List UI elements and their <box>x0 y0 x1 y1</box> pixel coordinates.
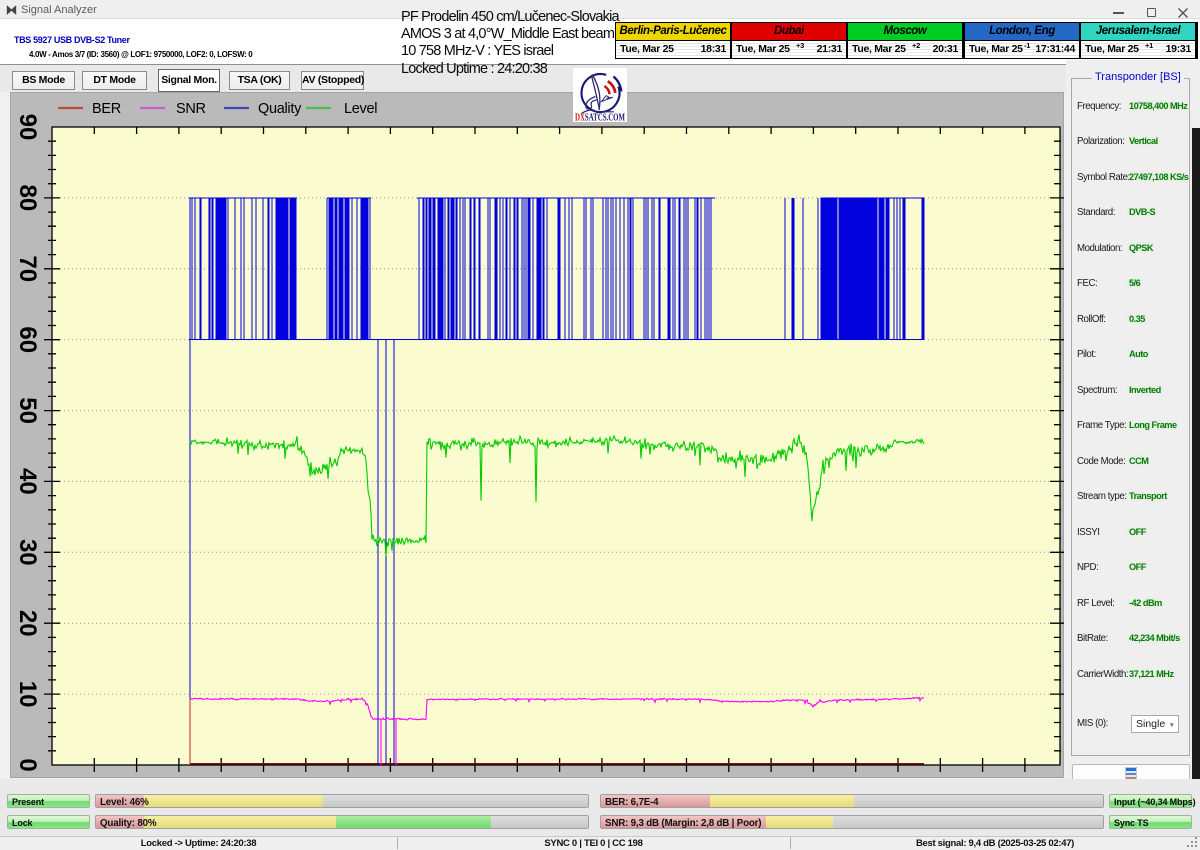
svg-text:DXSATCS.COM: DXSATCS.COM <box>575 113 625 123</box>
svg-text:80: 80 <box>14 185 41 212</box>
svg-text:60: 60 <box>14 326 41 353</box>
svg-text:40: 40 <box>14 468 41 495</box>
svg-text:BER: BER <box>92 101 121 117</box>
svg-text:10: 10 <box>14 681 41 708</box>
svg-text:SNR: SNR <box>176 101 206 117</box>
svg-text:50: 50 <box>14 397 41 424</box>
svg-text:0: 0 <box>14 758 41 771</box>
svg-text:30: 30 <box>14 539 41 566</box>
svg-text:70: 70 <box>14 255 41 282</box>
svg-text:20: 20 <box>14 610 41 637</box>
svg-text:Level: Level <box>344 101 377 117</box>
svg-text:Quality: Quality <box>258 101 302 117</box>
svg-text:90: 90 <box>14 114 41 141</box>
